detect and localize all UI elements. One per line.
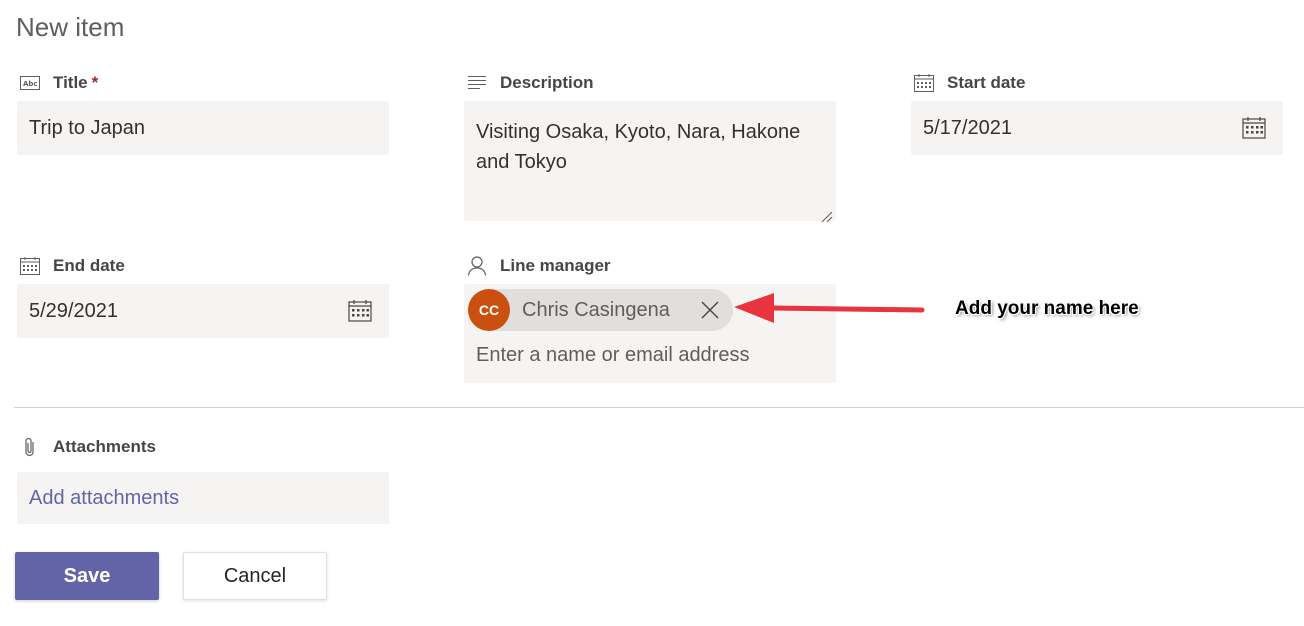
start-date-label: Start date (913, 72, 1025, 94)
description-value: Visiting Osaka, Kyoto, Nara, Hakone and … (476, 121, 801, 173)
callout-text: Add your name here (955, 298, 1139, 319)
title-input[interactable]: Trip to Japan (17, 101, 389, 155)
description-label-text: Description (500, 73, 594, 92)
end-date-input[interactable]: 5/29/2021 (17, 284, 389, 338)
persona-chip[interactable]: CC Chris Casingena (468, 289, 733, 331)
title-label: Abc Title * (19, 72, 98, 94)
close-icon[interactable] (699, 299, 721, 321)
text-field-icon: Abc (19, 73, 41, 93)
svg-text:Abc: Abc (23, 80, 38, 88)
title-input-value: Trip to Japan (29, 117, 145, 139)
calendar-icon[interactable] (1241, 115, 1267, 141)
start-date-input[interactable]: 5/17/2021 (911, 101, 1283, 155)
calendar-icon (913, 73, 935, 93)
title-label-text: Title (53, 73, 88, 92)
callout-arrow (734, 293, 925, 323)
resize-grip-icon[interactable] (821, 206, 833, 223)
calendar-icon[interactable] (347, 298, 373, 324)
attachments-label: Attachments (19, 436, 156, 458)
multiline-text-icon (466, 73, 488, 93)
attachments-area: Add attachments (17, 472, 389, 524)
end-date-label: End date (19, 255, 125, 277)
line-manager-label-text: Line manager (500, 256, 611, 275)
end-date-label-text: End date (53, 256, 125, 275)
description-label: Description (466, 72, 594, 94)
section-divider (14, 407, 1304, 408)
attachments-label-text: Attachments (53, 437, 156, 456)
page-title: New item (16, 12, 125, 42)
add-attachments-link[interactable]: Add attachments (29, 487, 179, 510)
avatar: CC (468, 289, 510, 331)
cancel-button[interactable]: Cancel (183, 552, 327, 600)
persona-name: Chris Casingena (522, 299, 670, 321)
end-date-value: 5/29/2021 (29, 300, 118, 322)
save-button[interactable]: Save (15, 552, 159, 600)
new-item-form: New item Abc Title * Trip to Japan Descr… (0, 0, 1304, 626)
calendar-icon (19, 256, 41, 276)
paperclip-icon (19, 437, 41, 457)
line-manager-label: Line manager (466, 255, 611, 277)
person-icon (466, 256, 488, 276)
required-indicator: * (91, 73, 99, 92)
people-search-input[interactable] (476, 344, 816, 367)
description-textarea[interactable]: Visiting Osaka, Kyoto, Nara, Hakone and … (464, 101, 836, 223)
start-date-value: 5/17/2021 (923, 117, 1012, 139)
start-date-label-text: Start date (947, 73, 1026, 92)
